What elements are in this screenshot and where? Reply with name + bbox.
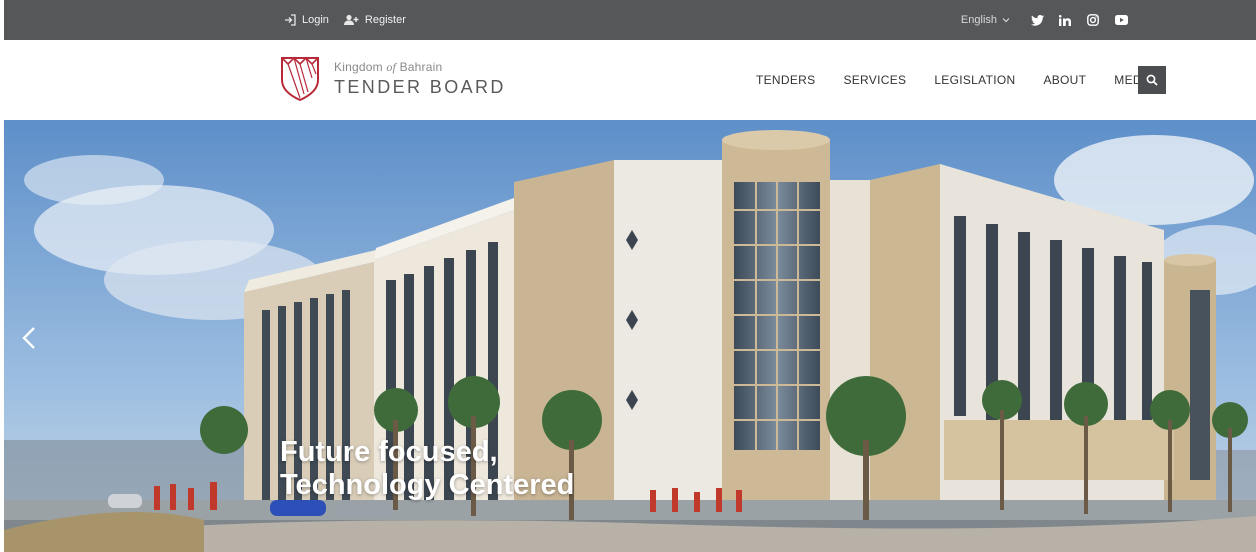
nav-about[interactable]: ABOUT <box>1043 73 1086 87</box>
main-nav: TENDERS SERVICES LEGISLATION ABOUT MEDIA <box>756 40 1154 120</box>
register-label: Register <box>364 14 406 26</box>
nav-legislation[interactable]: LEGISLATION <box>934 73 1015 87</box>
search-icon <box>1146 74 1158 86</box>
language-label: English <box>960 14 997 26</box>
logo-subtitle: Kingdom of Bahrain <box>334 60 506 75</box>
hero-caption-line2: Technology Centered <box>280 469 575 501</box>
logo-kingdom: Kingdom <box>334 60 383 74</box>
logo-text: Kingdom of Bahrain TENDER BOARD <box>334 60 506 98</box>
nav-tenders[interactable]: TENDERS <box>756 73 815 87</box>
site-header: Kingdom of Bahrain TENDER BOARD TENDERS … <box>4 40 1256 120</box>
hero-building-image <box>4 120 1256 552</box>
nav-services[interactable]: SERVICES <box>843 73 906 87</box>
register-link[interactable]: Register <box>343 14 406 26</box>
login-icon <box>285 14 296 26</box>
chevron-left-icon <box>22 327 35 349</box>
hero-caption-line1: Future focused, <box>280 436 498 468</box>
add-user-icon <box>343 14 359 25</box>
tender-board-logo[interactable]: Kingdom of Bahrain TENDER BOARD <box>280 56 506 102</box>
linkedin-icon[interactable] <box>1058 13 1072 27</box>
top-utility-bar: Login Register English <box>4 0 1256 40</box>
logo-bahrain: Bahrain <box>399 60 443 74</box>
slider-prev-arrow[interactable] <box>22 326 52 366</box>
search-button[interactable] <box>1138 66 1166 94</box>
language-selector[interactable]: English <box>961 14 1010 26</box>
logo-of: of <box>386 60 397 74</box>
account-links: Login Register <box>284 0 406 40</box>
logo-title: TENDER BOARD <box>334 77 506 97</box>
hero-caption: Future focused, Technology Centered <box>280 436 574 502</box>
hero-slider: Future focused, Technology Centered <box>4 120 1256 552</box>
login-label: Login <box>302 14 329 26</box>
chevron-down-icon <box>1002 18 1010 23</box>
topbar-right: English <box>961 0 1128 40</box>
youtube-icon[interactable] <box>1114 13 1128 27</box>
login-link[interactable]: Login <box>284 14 329 26</box>
instagram-icon[interactable] <box>1086 13 1100 27</box>
twitter-icon[interactable] <box>1030 13 1044 27</box>
shield-logo-icon <box>281 56 319 102</box>
